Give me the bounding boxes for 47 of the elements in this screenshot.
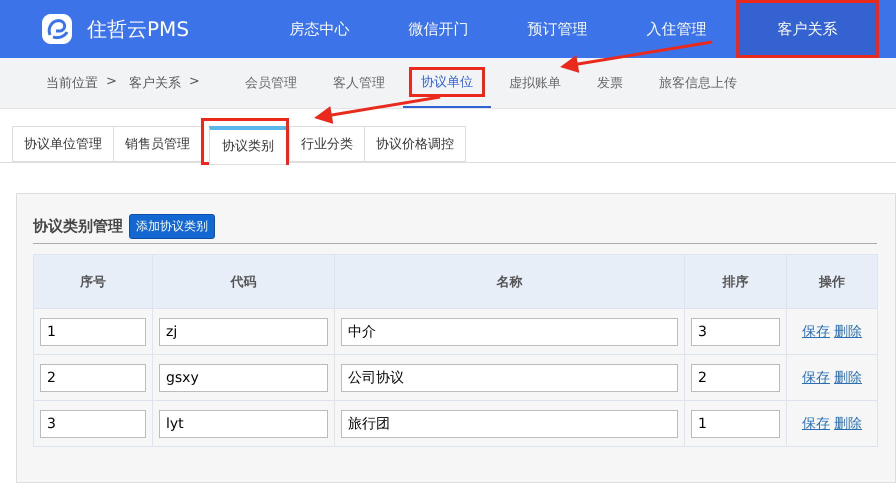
column-header: 排序 <box>684 254 786 308</box>
input-field[interactable]: lyt <box>159 410 328 438</box>
tab[interactable]: 行业分类 <box>289 126 364 162</box>
nav-item[interactable]: 入住管理 <box>617 0 736 58</box>
action-link[interactable]: 删除 <box>834 416 862 432</box>
subnav-item[interactable]: 协议单位 <box>409 67 485 97</box>
input-field[interactable]: 公司协议 <box>341 364 678 392</box>
breadcrumb-separator: > <box>188 74 200 91</box>
input-field[interactable]: gsxy <box>159 364 328 392</box>
action-link[interactable]: 删除 <box>834 324 862 340</box>
nav-item[interactable]: 客户关系 <box>736 0 879 58</box>
input-field[interactable]: 旅行团 <box>341 410 678 438</box>
column-header: 操作 <box>786 254 878 308</box>
breadcrumb-item[interactable]: 客户关系 <box>128 74 181 92</box>
tab[interactable]: 销售员管理 <box>113 126 201 162</box>
input-field[interactable]: 中介 <box>341 318 678 346</box>
nav-item[interactable]: 预订管理 <box>498 0 617 58</box>
subnav-item[interactable]: 会员管理 <box>233 68 309 98</box>
breadcrumb-item[interactable]: 当前位置 <box>46 74 98 92</box>
nav-item[interactable]: 房态中心 <box>260 0 379 58</box>
input-field[interactable]: 3 <box>691 318 780 346</box>
brand-name: 住哲云PMS <box>87 16 190 42</box>
column-header: 序号 <box>34 254 152 308</box>
input-field[interactable]: 1 <box>691 410 780 438</box>
action-link[interactable]: 保存 <box>802 416 830 432</box>
tab[interactable]: 协议类别 <box>209 126 286 165</box>
action-link[interactable]: 删除 <box>834 370 862 386</box>
input-field[interactable]: 2 <box>691 364 780 392</box>
add-button[interactable]: 添加协议类别 <box>129 214 215 239</box>
input-field[interactable]: 2 <box>40 364 146 392</box>
tab[interactable]: 协议单位管理 <box>12 126 113 162</box>
column-header: 名称 <box>334 254 684 308</box>
subnav-item[interactable]: 旅客信息上传 <box>647 68 749 98</box>
nav-item[interactable]: 微信开门 <box>379 0 498 58</box>
action-link[interactable]: 保存 <box>802 370 830 386</box>
subnav-item[interactable]: 发票 <box>585 68 635 98</box>
input-field[interactable]: zj <box>159 318 328 346</box>
subnav-item[interactable]: 虚拟账单 <box>497 68 573 98</box>
breadcrumb-separator: > <box>106 74 117 91</box>
input-field[interactable]: 3 <box>40 410 146 438</box>
column-header: 代码 <box>152 254 334 308</box>
action-link[interactable]: 保存 <box>802 324 830 340</box>
subnav-item[interactable]: 客人管理 <box>321 68 397 98</box>
panel-title: 协议类别管理 <box>33 217 123 236</box>
tab[interactable]: 协议价格调控 <box>364 126 466 162</box>
input-field[interactable]: 1 <box>40 318 146 346</box>
logo-icon <box>41 13 73 45</box>
